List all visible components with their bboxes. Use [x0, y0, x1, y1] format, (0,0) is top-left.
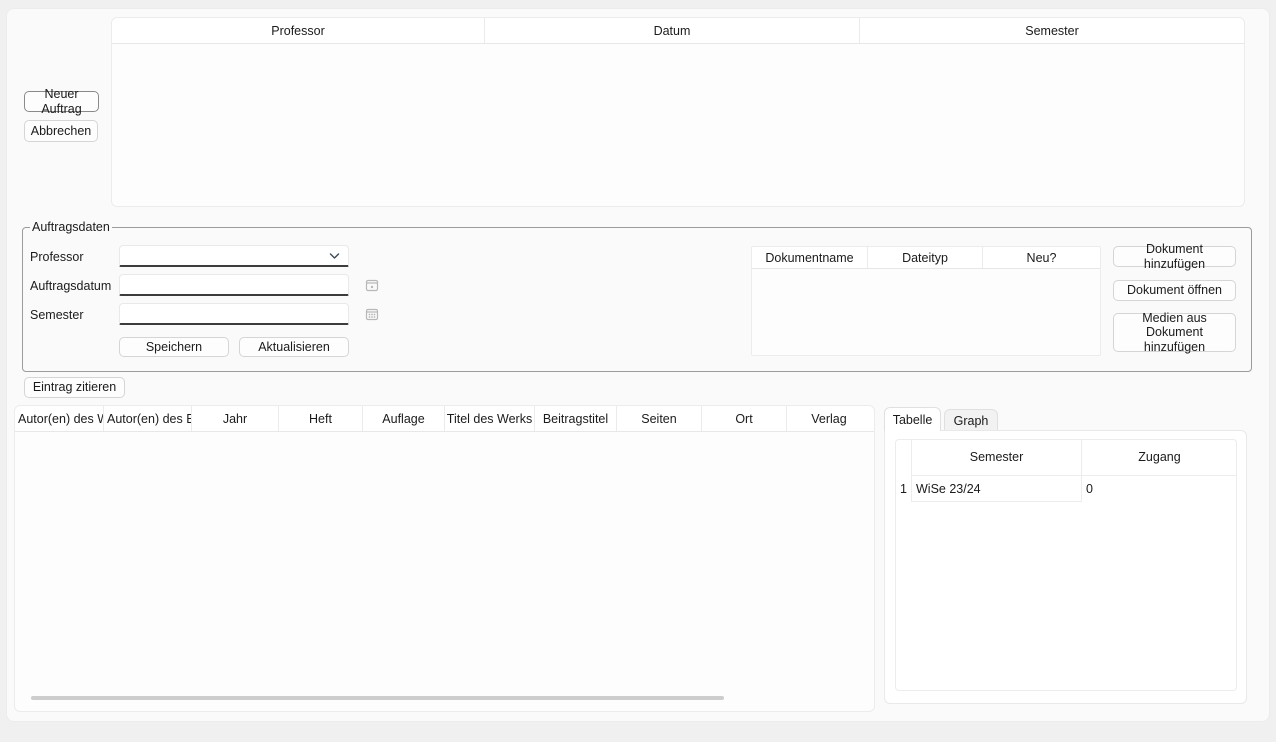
documents-column-name[interactable]: Dokumentname	[752, 247, 867, 268]
semester-label: Semester	[30, 308, 84, 322]
orders-table-header: Professor Datum Semester	[112, 18, 1244, 44]
tab-graph[interactable]: Graph	[944, 409, 998, 431]
entries-column-place[interactable]: Ort	[701, 406, 786, 431]
entries-column-issue[interactable]: Heft	[278, 406, 362, 431]
stats-row-underline	[911, 501, 1081, 502]
stats-header-underline	[911, 475, 1237, 476]
orders-column-semester[interactable]: Semester	[859, 18, 1244, 43]
entries-column-contribution-title[interactable]: Beitragstitel	[534, 406, 616, 431]
entries-column-work-authors[interactable]: Autor(en) des Werks	[15, 406, 103, 431]
documents-column-filetype[interactable]: Dateityp	[867, 247, 982, 268]
professor-combobox[interactable]	[119, 245, 349, 267]
professor-label: Professor	[30, 250, 84, 264]
cite-entry-button[interactable]: Eintrag zitieren	[24, 377, 125, 398]
orders-table: Professor Datum Semester	[111, 17, 1245, 207]
entries-column-contribution-authors[interactable]: Autor(en) des Beitrags	[103, 406, 191, 431]
stats-column-semester[interactable]: Semester	[912, 450, 1081, 464]
orders-table-body[interactable]	[112, 44, 1244, 206]
documents-table-header: Dokumentname Dateityp Neu?	[752, 247, 1100, 269]
horizontal-scrollbar-thumb[interactable]	[31, 696, 724, 700]
documents-table: Dokumentname Dateityp Neu?	[751, 246, 1101, 356]
new-order-button[interactable]: Neuer Auftrag	[24, 91, 99, 112]
cancel-button[interactable]: Abbrechen	[24, 120, 98, 142]
stats-row-number: 1	[896, 482, 911, 496]
calendar-grid-icon[interactable]	[365, 307, 379, 321]
save-button[interactable]: Speichern	[119, 337, 229, 357]
entries-column-publisher[interactable]: Verlag	[786, 406, 871, 431]
entries-column-pages[interactable]: Seiten	[616, 406, 701, 431]
refresh-button[interactable]: Aktualisieren	[239, 337, 349, 357]
add-document-button[interactable]: Dokument hinzufügen	[1113, 246, 1236, 267]
semester-input[interactable]	[119, 303, 349, 325]
entries-table-body[interactable]	[15, 432, 874, 687]
tab-tabelle[interactable]: Tabelle	[884, 407, 941, 431]
stats-column-zugang[interactable]: Zugang	[1082, 450, 1237, 464]
entries-table-header: Autor(en) des Werks Autor(en) des Beitra…	[15, 406, 874, 432]
add-media-from-document-button[interactable]: Medien aus Dokument hinzufügen	[1113, 313, 1236, 352]
stats-cell-zugang[interactable]: 0	[1086, 482, 1232, 496]
application-window: { "colors": { "window_bg": "#f0f0f1", "c…	[0, 0, 1276, 742]
stats-cell-semester[interactable]: WiSe 23/24	[916, 482, 1076, 496]
orders-column-professor[interactable]: Professor	[112, 18, 484, 43]
order-date-input[interactable]	[119, 274, 349, 296]
order-data-groupbox-legend: Auftragsdaten	[30, 220, 112, 234]
calendar-today-icon[interactable]	[365, 278, 379, 292]
open-document-button[interactable]: Dokument öffnen	[1113, 280, 1236, 301]
documents-table-body[interactable]	[752, 269, 1100, 355]
order-date-label: Auftragsdatum	[30, 279, 111, 293]
entries-column-year[interactable]: Jahr	[191, 406, 278, 431]
stats-table: Semester Zugang 1 WiSe 23/24 0	[895, 439, 1237, 691]
chevron-down-icon	[329, 252, 340, 260]
entries-column-work-title[interactable]: Titel des Werks	[444, 406, 534, 431]
documents-column-new[interactable]: Neu?	[982, 247, 1100, 268]
entries-table: Autor(en) des Werks Autor(en) des Beitra…	[14, 405, 875, 712]
stats-panel: Semester Zugang 1 WiSe 23/24 0	[884, 430, 1247, 704]
entries-column-edition[interactable]: Auflage	[362, 406, 444, 431]
orders-column-datum[interactable]: Datum	[484, 18, 859, 43]
